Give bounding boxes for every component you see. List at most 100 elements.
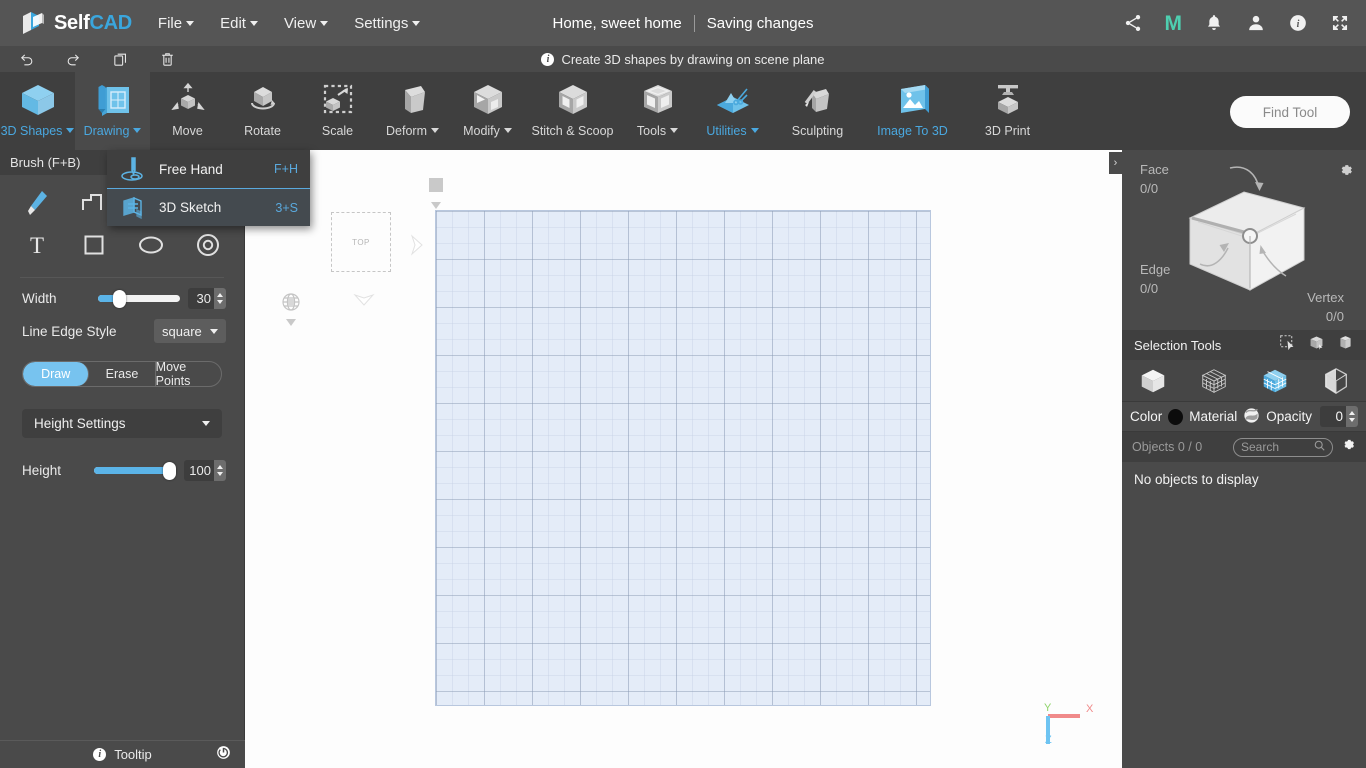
menu-settings-label: Settings: [354, 14, 409, 32]
height-label: Height: [22, 463, 62, 478]
objects-count-label: Objects 0 / 0: [1132, 440, 1203, 454]
svg-text:T: T: [29, 233, 43, 258]
draw-mode-button[interactable]: Draw: [23, 362, 90, 386]
selection-settings-gear-icon[interactable]: [1338, 162, 1354, 183]
ribbon-3d-shapes[interactable]: 3D Shapes: [0, 72, 75, 150]
modify-icon: [466, 81, 510, 119]
menu-item-3d-sketch[interactable]: 3D Sketch 3+S: [107, 188, 310, 226]
erase-mode-button[interactable]: Erase: [89, 362, 156, 386]
fullscreen-icon[interactable]: [1330, 13, 1350, 33]
scene-grid-plane[interactable]: [435, 210, 931, 706]
height-slider-track[interactable]: [94, 462, 177, 480]
find-tool-input[interactable]: Find Tool: [1230, 96, 1350, 128]
stepper-up-icon[interactable]: [217, 465, 223, 469]
opacity-label: Opacity: [1266, 409, 1312, 424]
line-edge-style-row: Line Edge Style square: [0, 309, 244, 343]
info-icon: i: [93, 748, 107, 761]
selection-tools-icons: [1279, 334, 1354, 356]
width-value: 30: [196, 291, 211, 306]
width-slider-knob[interactable]: [113, 290, 127, 308]
3d-viewport[interactable]: TOP X Y Z: [245, 150, 1122, 768]
ribbon-rotate[interactable]: Rotate: [225, 72, 300, 150]
menu-item-free-hand[interactable]: Free Hand F+H: [107, 150, 310, 188]
objects-settings-gear-icon[interactable]: [1341, 437, 1356, 457]
ribbon-utilities[interactable]: Utilities: [695, 72, 770, 150]
ribbon-scale-label: Scale: [321, 123, 354, 138]
ellipse-tool-button[interactable]: [122, 229, 179, 265]
vertex-counter: Vertex 0/0: [1254, 288, 1344, 326]
menu-edit[interactable]: Edit: [220, 15, 258, 32]
width-value-box[interactable]: 30: [188, 288, 226, 309]
height-settings-section[interactable]: Height Settings: [22, 409, 222, 438]
width-slider-track[interactable]: [98, 290, 180, 308]
chevron-down-icon: [202, 421, 210, 426]
move-points-mode-button[interactable]: Move Points: [156, 362, 221, 386]
deform-icon: [391, 81, 435, 119]
objects-search-input[interactable]: Search: [1233, 437, 1333, 457]
3d-print-icon: [986, 81, 1030, 119]
ribbon-tools[interactable]: Tools: [620, 72, 695, 150]
shaded-grid-view-icon[interactable]: [1260, 366, 1290, 396]
tooltip-toggle-icon[interactable]: [216, 745, 231, 765]
ribbon-deform[interactable]: Deform: [375, 72, 450, 150]
document-title[interactable]: Home, sweet home: [553, 15, 682, 32]
ribbon-move[interactable]: Move: [150, 72, 225, 150]
stepper-up-icon[interactable]: [1349, 411, 1355, 415]
view-rotate-right-icon[interactable]: [409, 234, 425, 261]
menu-file[interactable]: File: [158, 15, 195, 32]
mythica-m-logo[interactable]: M: [1165, 13, 1183, 34]
width-slider[interactable]: 30: [98, 288, 226, 309]
ribbon-sculpting[interactable]: Sculpting: [770, 72, 865, 150]
menu-settings[interactable]: Settings: [354, 14, 421, 32]
color-swatch[interactable]: [1168, 408, 1184, 425]
height-slider[interactable]: 100: [94, 460, 226, 481]
stepper-down-icon[interactable]: [217, 472, 223, 476]
wireframe-view-icon[interactable]: [1199, 366, 1229, 396]
ellipse-tool-icon: [136, 233, 166, 262]
view-rotate-down-icon[interactable]: [353, 292, 375, 313]
right-panel-collapse-toggle[interactable]: ›: [1109, 152, 1122, 174]
stepper-down-icon[interactable]: [217, 300, 223, 304]
chevron-down-icon: [430, 128, 439, 133]
vertex-counter-value: 0/0: [1325, 309, 1344, 324]
ribbon-image-to-3d[interactable]: Image To 3D: [865, 72, 960, 150]
box-select-icon[interactable]: [1337, 334, 1354, 356]
opacity-stepper[interactable]: [1346, 406, 1358, 427]
opacity-value-box[interactable]: 0: [1320, 406, 1358, 427]
stepper-down-icon[interactable]: [1349, 418, 1355, 422]
rectangle-tool-button[interactable]: [65, 229, 122, 265]
notifications-bell-icon[interactable]: [1204, 13, 1224, 33]
view-cube[interactable]: TOP: [331, 212, 391, 272]
ribbon-3d-print[interactable]: 3D Print: [960, 72, 1055, 150]
chevron-down-icon: [210, 328, 218, 334]
object-select-icon[interactable]: [1308, 334, 1325, 356]
user-account-icon[interactable]: [1246, 13, 1266, 33]
ribbon-scale[interactable]: Scale: [300, 72, 375, 150]
brush-tool-button[interactable]: [8, 187, 65, 223]
info-icon[interactable]: i: [1288, 13, 1308, 33]
line-edge-style-select[interactable]: square: [154, 319, 226, 343]
ribbon-modify[interactable]: Modify: [450, 72, 525, 150]
menu-view[interactable]: View: [284, 15, 329, 32]
height-stepper[interactable]: [214, 460, 226, 481]
rectangle-select-icon[interactable]: [1279, 334, 1296, 356]
height-slider-knob[interactable]: [163, 462, 177, 480]
ribbon-stitch-scoop[interactable]: Stitch & Scoop: [525, 72, 620, 150]
text-tool-button[interactable]: T: [8, 229, 65, 265]
solid-view-icon[interactable]: [1138, 366, 1168, 396]
view-orientation-arrow-icon[interactable]: [285, 314, 297, 332]
app-logo[interactable]: SelfCAD: [20, 10, 132, 36]
height-value-box[interactable]: 100: [184, 460, 226, 481]
stepper-up-icon[interactable]: [217, 293, 223, 297]
circle-tool-button[interactable]: [179, 229, 236, 265]
objects-empty-message: No objects to display: [1134, 472, 1259, 487]
width-stepper[interactable]: [214, 288, 226, 309]
width-control-row: Width 30: [0, 278, 244, 309]
material-sphere-icon[interactable]: [1243, 407, 1260, 427]
ribbon-drawing[interactable]: Drawing: [75, 72, 150, 150]
width-label: Width: [22, 291, 57, 306]
share-icon[interactable]: [1123, 13, 1143, 33]
height-control-row: Height 100: [0, 438, 244, 481]
viewport-pan-handle[interactable]: [429, 178, 443, 192]
transparent-view-icon[interactable]: [1321, 366, 1351, 396]
